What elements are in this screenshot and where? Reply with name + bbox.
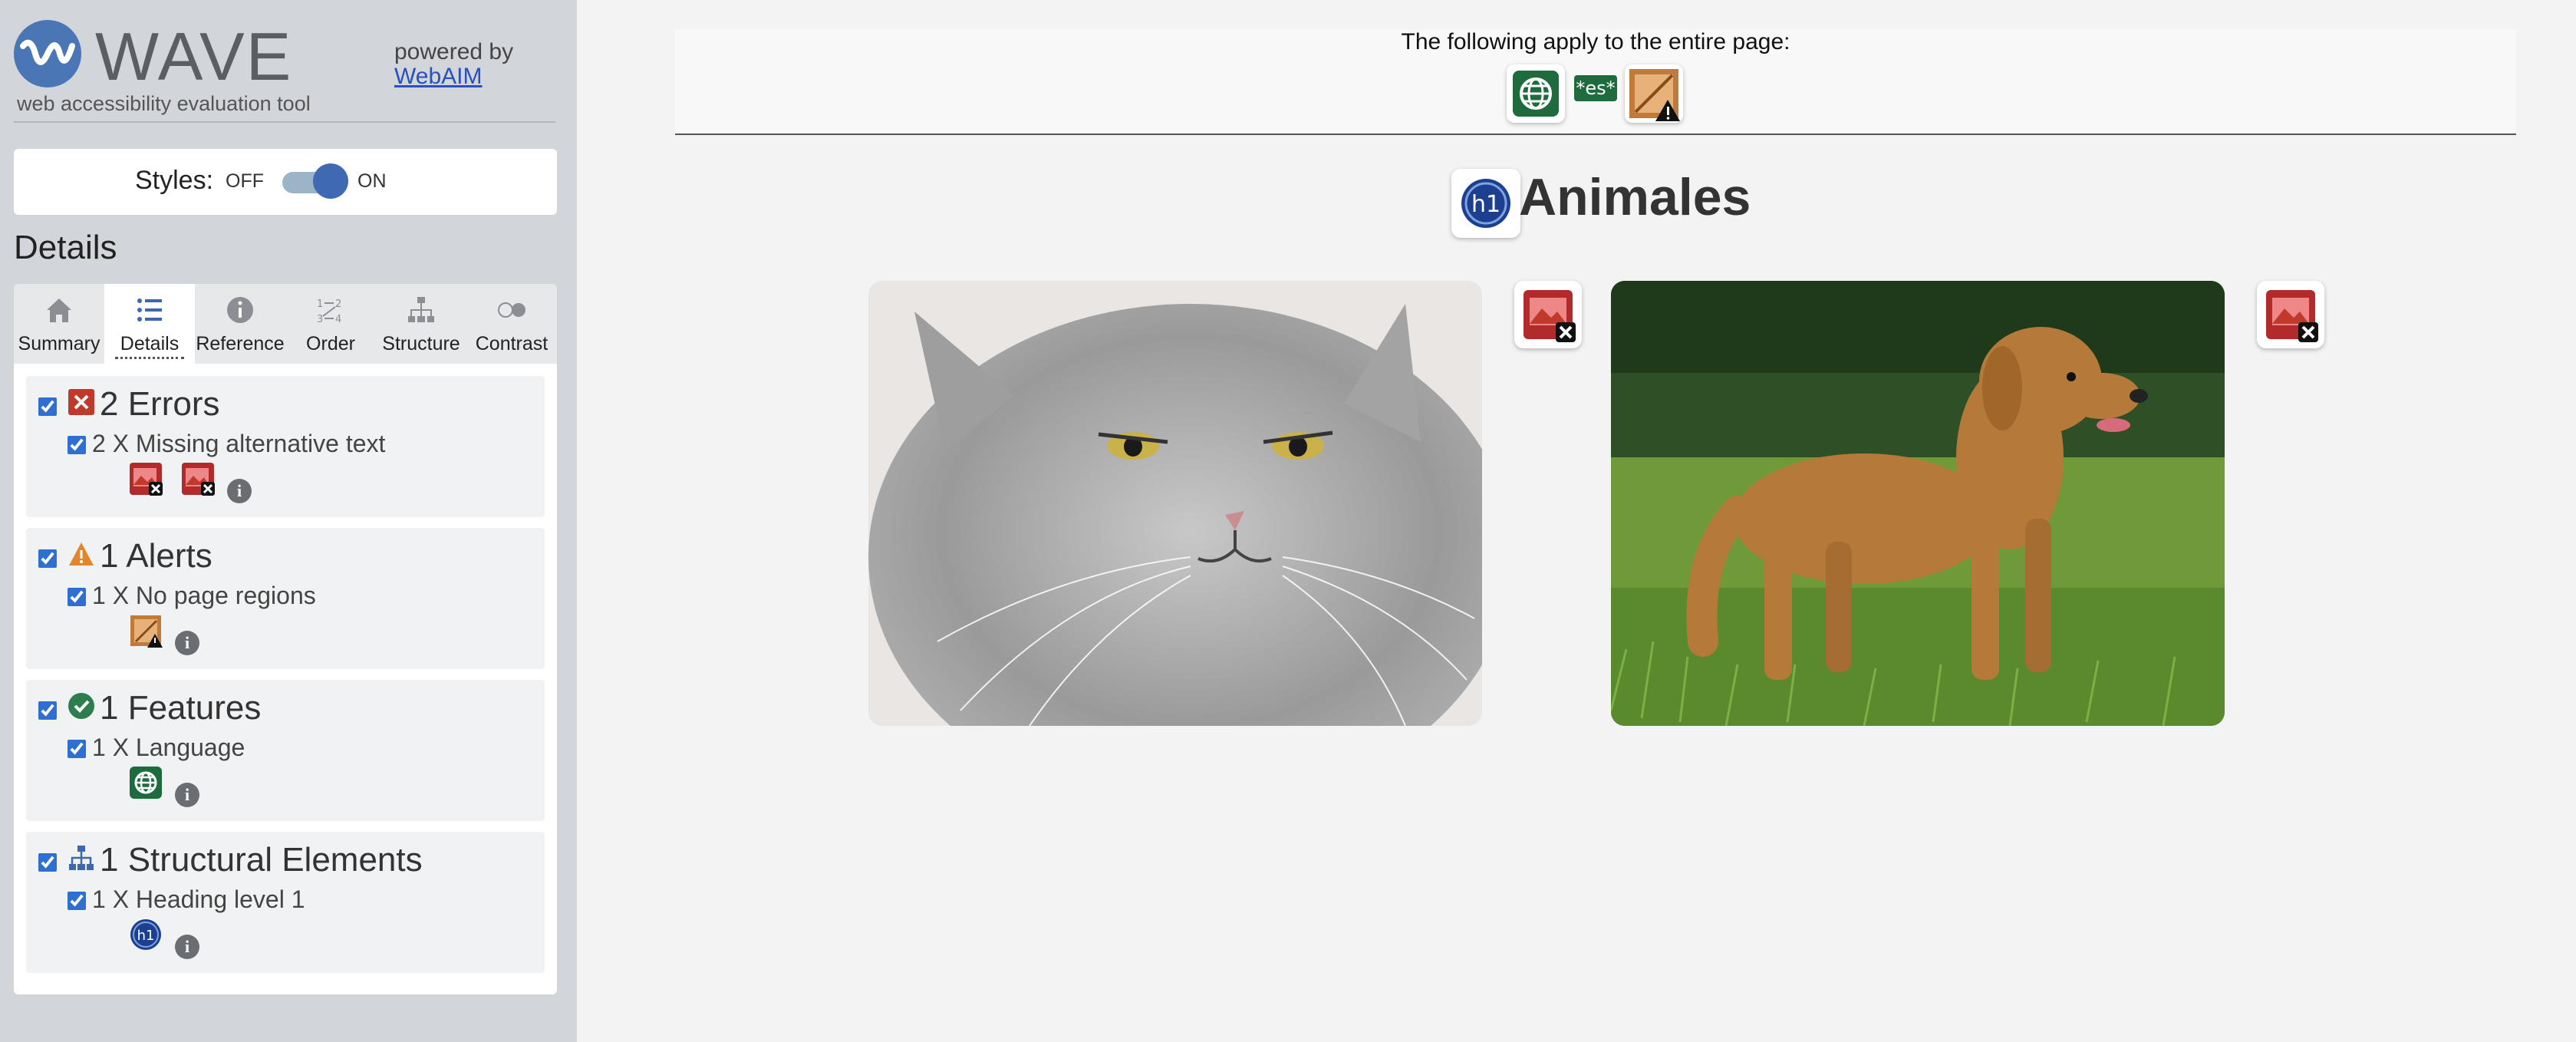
missing-alt-checkbox[interactable]	[68, 436, 86, 454]
svg-text:4: 4	[335, 314, 341, 325]
grey-cat-photo	[868, 281, 1482, 726]
hierarchy-icon	[69, 846, 94, 870]
missing-alt-label: 2 X Missing alternative text	[92, 430, 386, 457]
styles-off-label: OFF	[226, 170, 264, 192]
svg-text:1: 1	[317, 298, 323, 310]
language-code-badge[interactable]: *es*	[1574, 75, 1617, 101]
wave-header: WAVE web accessibility evaluation tool p…	[14, 18, 555, 123]
info-icon	[195, 295, 285, 325]
errors-title: 2 Errors	[100, 385, 220, 423]
language-label: 1 X Language	[92, 734, 245, 761]
tab-details[interactable]: Details	[104, 284, 195, 364]
language-code-text: *es*	[1576, 77, 1616, 99]
missing-alt-image-icon[interactable]	[1514, 281, 1582, 348]
details-panel: 2 Errors 2 X Missing alternative text i …	[14, 364, 557, 994]
info-icon[interactable]: i	[227, 479, 252, 503]
h1-badge-text: h1	[137, 928, 155, 944]
page-wide-bar: The following apply to the entire page: …	[675, 29, 2516, 135]
tab-summary-label: Summary	[18, 333, 100, 354]
styles-toggle-knob[interactable]	[313, 163, 348, 199]
h1-marker-text: h1	[1471, 191, 1500, 218]
h1-marker[interactable]: h1	[1451, 169, 1520, 238]
heading-h1-icon[interactable]: h1	[129, 918, 163, 951]
structural-group: 1 Structural Elements 1 X Heading level …	[26, 832, 545, 973]
features-group: 1 Features 1 X Language i	[26, 680, 545, 821]
svg-text:3: 3	[317, 314, 323, 325]
no-regions-label: 1 X No page regions	[92, 582, 316, 609]
alert-triangle-icon	[69, 542, 94, 566]
alerts-checkbox[interactable]	[38, 549, 57, 568]
svg-text:2: 2	[335, 298, 341, 310]
tab-structure[interactable]: Structure	[376, 284, 466, 364]
features-title: 1 Features	[100, 689, 262, 727]
styles-on-label: ON	[357, 170, 387, 192]
no-page-regions-icon[interactable]	[129, 614, 163, 648]
details-heading: Details	[14, 229, 117, 266]
styles-label: Styles:	[135, 166, 214, 195]
wave-logo-text: WAVE	[95, 18, 293, 94]
contrast-icon	[466, 295, 557, 325]
tab-order-label: Order	[306, 333, 355, 354]
tab-contrast-label: Contrast	[475, 333, 548, 354]
wave-sidebar: WAVE web accessibility evaluation tool p…	[0, 0, 577, 1042]
missing-alt-image-icon[interactable]	[2257, 281, 2324, 348]
styles-toggle-box: Styles: OFF ON	[14, 149, 557, 215]
heading-level-checkbox[interactable]	[68, 892, 86, 910]
heading-level-label: 1 X Heading level 1	[92, 885, 305, 913]
tab-reference-label: Reference	[196, 333, 285, 354]
language-globe-icon[interactable]	[129, 766, 163, 800]
missing-alt-image-icon[interactable]	[129, 462, 163, 496]
info-icon[interactable]: i	[175, 631, 199, 655]
language-globe-icon[interactable]	[1507, 64, 1565, 123]
list-icon	[104, 295, 195, 325]
check-circle-icon	[68, 693, 94, 719]
alerts-title: 1 Alerts	[100, 537, 212, 575]
structural-checkbox[interactable]	[38, 853, 57, 872]
info-icon[interactable]: i	[175, 783, 199, 807]
wave-logo-icon	[14, 20, 81, 87]
webaim-link[interactable]: WebAIM	[394, 64, 482, 89]
page-heading: Animales	[1519, 168, 1751, 226]
page-preview: The following apply to the entire page: …	[577, 0, 2576, 1042]
powered-by: powered by WebAIM	[394, 40, 513, 89]
info-icon[interactable]: i	[175, 935, 199, 959]
structural-title: 1 Structural Elements	[100, 841, 423, 879]
features-checkbox[interactable]	[38, 701, 57, 720]
structure-icon	[376, 295, 466, 325]
language-checkbox[interactable]	[68, 740, 86, 758]
tab-summary[interactable]: Summary	[14, 284, 104, 364]
alerts-group: 1 Alerts 1 X No page regions i	[26, 528, 545, 669]
missing-alt-image-icon[interactable]	[181, 462, 215, 496]
home-icon	[14, 295, 104, 325]
errors-group: 2 Errors 2 X Missing alternative text i	[26, 376, 545, 517]
wave-subtitle: web accessibility evaluation tool	[17, 92, 311, 115]
no-page-regions-icon[interactable]	[1625, 64, 1683, 123]
order-icon: 12 3 4	[285, 295, 376, 325]
tab-order[interactable]: 12 3 4 Order	[285, 284, 376, 364]
error-x-icon	[68, 389, 94, 415]
errors-checkbox[interactable]	[38, 397, 57, 416]
tab-reference[interactable]: Reference	[195, 284, 285, 364]
tab-details-label: Details	[115, 333, 184, 359]
page-wide-text: The following apply to the entire page:	[1401, 29, 1790, 54]
tab-structure-label: Structure	[382, 333, 460, 354]
sidebar-tabs: Summary Details Reference 12 3 4 Order Str…	[14, 284, 557, 364]
no-regions-checkbox[interactable]	[68, 588, 86, 606]
powered-by-label: powered by	[394, 39, 514, 64]
tab-contrast[interactable]: Contrast	[466, 284, 557, 364]
golden-retriever-photo	[1611, 281, 2225, 726]
